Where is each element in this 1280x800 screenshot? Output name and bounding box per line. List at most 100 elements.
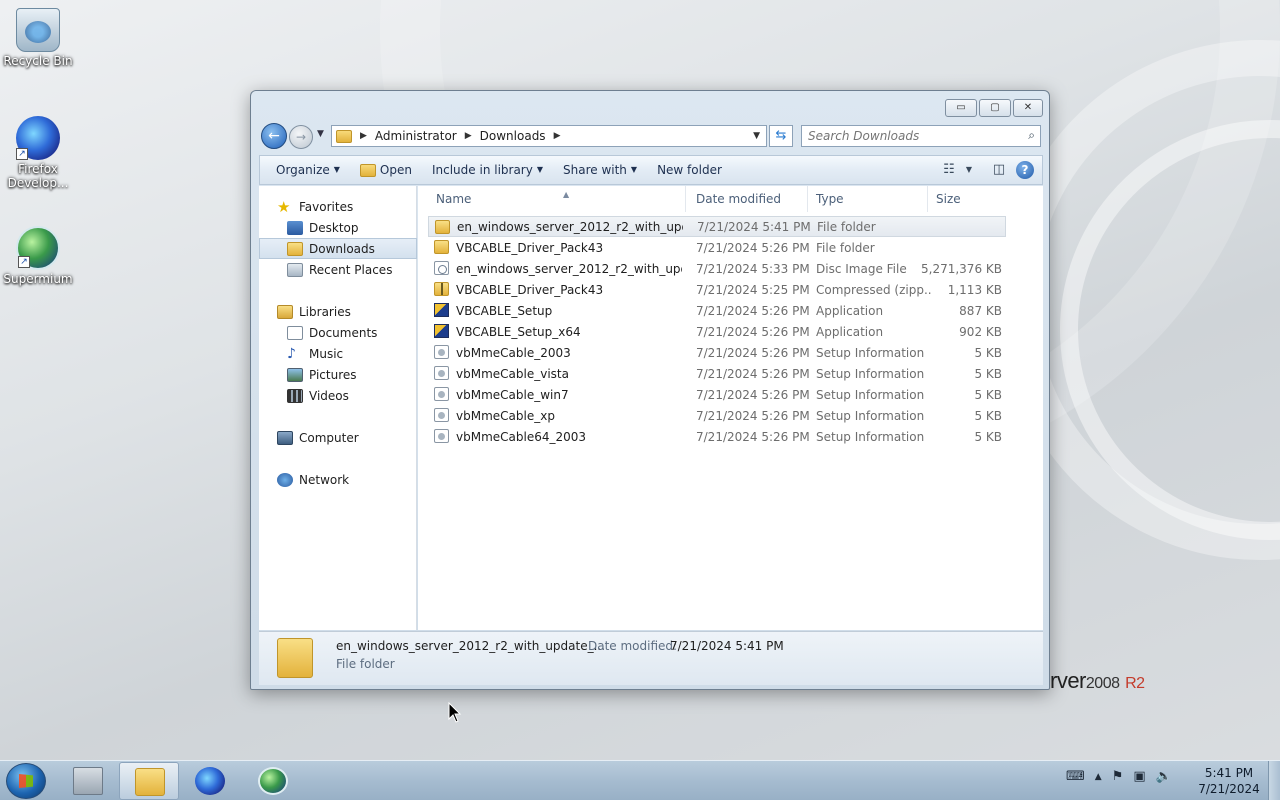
breadcrumb-administrator[interactable]: Administrator (375, 129, 457, 143)
nav-label: Recent Places (309, 262, 393, 277)
file-row[interactable]: en_windows_server_2012_r2_with_update...… (428, 258, 1006, 279)
maximize-button[interactable]: ▢ (979, 99, 1011, 117)
file-name: vbMmeCable_vista (456, 366, 569, 381)
setup-information-icon (434, 429, 449, 443)
view-options-dropdown[interactable]: ▼ (962, 159, 976, 181)
file-row[interactable]: vbMmeCable_vista 7/21/2024 5:26 PM Setup I… (428, 363, 1006, 384)
file-size: 902 KB (959, 324, 1002, 339)
preview-pane-button[interactable]: ◫ (986, 159, 1012, 181)
column-header-name[interactable]: Name ▲ (428, 186, 686, 212)
desktop-icon-firefox[interactable]: ↗ Firefox Develop... (2, 116, 74, 190)
show-desktop-button[interactable] (1268, 761, 1280, 800)
breadcrumb-chevron-icon[interactable]: ▶ (554, 131, 561, 141)
disc-image-icon (434, 261, 449, 275)
nav-item-downloads[interactable]: Downloads (259, 238, 417, 259)
file-row[interactable]: vbMmeCable64_2003 7/21/2024 5:26 PM Setup … (428, 426, 1006, 447)
desktop-icon-label: Supermium (3, 272, 73, 286)
nav-item-pictures[interactable]: Pictures (259, 364, 417, 385)
nav-item-favorites[interactable]: ★ Favorites (259, 196, 417, 217)
caption-buttons: ▭ ▢ ✕ (945, 99, 1043, 117)
file-row[interactable]: VBCABLE_Driver_Pack43 7/21/2024 5:26 PM Fi… (428, 237, 1006, 258)
show-hidden-icons-button[interactable]: ▲ (1095, 772, 1102, 782)
refresh-icon: ⇆ (775, 128, 787, 143)
desktop-icon-label: Firefox Develop... (7, 162, 69, 190)
open-button[interactable]: Open (350, 156, 422, 184)
file-size: 5 KB (974, 345, 1002, 360)
include-in-library-button[interactable]: Include in library ▼ (422, 156, 553, 184)
file-row[interactable]: vbMmeCable_win7 7/21/2024 5:26 PM Setup In… (428, 384, 1006, 405)
help-button[interactable]: ? (1016, 161, 1034, 179)
nav-item-documents[interactable]: Documents (259, 322, 417, 343)
file-row[interactable]: vbMmeCable_xp 7/21/2024 5:26 PM Setup Info… (428, 405, 1006, 426)
column-header-date[interactable]: Date modified (688, 186, 808, 212)
nav-label: Network (299, 472, 350, 487)
change-view-button[interactable]: ☷ (936, 159, 962, 181)
file-type: Compressed (zipp... (816, 282, 932, 297)
nav-item-recent-places[interactable]: Recent Places (259, 259, 417, 280)
file-row[interactable]: vbMmeCable_2003 7/21/2024 5:26 PM Setup In… (428, 342, 1006, 363)
recent-pages-dropdown[interactable]: ▼ (317, 129, 324, 139)
column-header-type[interactable]: Type (808, 186, 928, 212)
share-with-button[interactable]: Share with ▼ (553, 156, 647, 184)
refresh-button[interactable]: ⇆ (769, 125, 793, 147)
search-icon: ⌕ (1028, 128, 1035, 142)
help-icon: ? (1021, 163, 1029, 177)
clock[interactable]: 5:41 PM 7/21/2024 (1196, 765, 1262, 797)
folder-icon (336, 129, 352, 143)
arrow-right-icon: → (295, 130, 307, 144)
nav-item-desktop[interactable]: Desktop (259, 217, 417, 238)
taskbar-supermium[interactable] (243, 762, 303, 800)
file-type: Setup Information (816, 387, 925, 402)
nav-item-music[interactable]: ♪ Music (259, 343, 417, 364)
desktop-icon-recycle-bin[interactable]: Recycle Bin (2, 8, 74, 68)
address-history-dropdown[interactable]: ▼ (753, 131, 760, 141)
file-date: 7/21/2024 5:26 PM (696, 324, 810, 339)
network-icon (277, 472, 293, 487)
forward-button[interactable]: → (289, 125, 313, 149)
details-date-value: 7/21/2024 5:41 PM (670, 639, 784, 653)
close-button[interactable]: ✕ (1013, 99, 1043, 117)
nav-item-network[interactable]: Network (259, 469, 417, 490)
search-input[interactable] (802, 126, 1012, 146)
view-controls: ☷ ▼ ◫ ? (936, 159, 1042, 181)
file-date: 7/21/2024 5:26 PM (696, 303, 810, 318)
taskbar-server-manager[interactable] (58, 762, 118, 800)
address-bar[interactable]: ▶ Administrator ▶ Downloads ▶ ▼ (331, 125, 767, 147)
application-icon (434, 324, 449, 338)
nav-label: Music (309, 346, 344, 361)
taskbar-firefox[interactable] (180, 762, 240, 800)
start-button[interactable] (6, 763, 46, 799)
desktop-icon-supermium[interactable]: ↗ Supermium (2, 226, 74, 286)
file-row[interactable]: VBCABLE_Setup 7/21/2024 5:26 PM Applicatio… (428, 300, 1006, 321)
nav-item-videos[interactable]: Videos (259, 385, 417, 406)
file-row[interactable]: VBCABLE_Setup_x64 7/21/2024 5:26 PM Applic… (428, 321, 1006, 342)
file-size: 1,113 KB (947, 282, 1002, 297)
nav-item-computer[interactable]: Computer (259, 427, 417, 448)
volume-icon[interactable]: 🔈 (1156, 769, 1172, 784)
search-box[interactable]: ⌕ (801, 125, 1041, 147)
setup-information-icon (434, 387, 449, 401)
action-center-flag-icon[interactable]: ⚑ (1112, 769, 1124, 784)
downloads-folder-icon (287, 241, 303, 256)
organize-button[interactable]: Organize ▼ (260, 156, 350, 184)
breadcrumb-downloads[interactable]: Downloads (480, 129, 546, 143)
chevron-down-icon: ▼ (630, 165, 638, 174)
file-size: 887 KB (959, 303, 1002, 318)
column-header-size[interactable]: Size (928, 186, 1008, 212)
new-folder-button[interactable]: New folder (647, 156, 732, 184)
breadcrumb-chevron-icon[interactable]: ▶ (465, 131, 472, 141)
minimize-button[interactable]: ▭ (945, 99, 977, 117)
taskbar-windows-explorer[interactable] (119, 762, 179, 800)
breadcrumb-chevron-icon[interactable]: ▶ (360, 131, 367, 141)
file-name: vbMmeCable_win7 (456, 387, 569, 402)
file-row[interactable]: VBCABLE_Driver_Pack43 7/21/2024 5:25 PM Co… (428, 279, 1006, 300)
chevron-down-icon: ▼ (333, 165, 340, 174)
back-button[interactable]: ← (261, 123, 287, 149)
nav-item-libraries[interactable]: Libraries (259, 301, 417, 322)
application-icon (434, 303, 449, 317)
file-date: 7/21/2024 5:41 PM (697, 219, 811, 234)
preview-pane-icon: ◫ (992, 162, 1006, 177)
file-row[interactable]: en_windows_server_2012_r2_with_update...… (428, 216, 1006, 237)
network-tray-icon[interactable]: ▣ (1133, 769, 1145, 784)
keyboard-icon[interactable]: ⌨ (1066, 769, 1085, 784)
